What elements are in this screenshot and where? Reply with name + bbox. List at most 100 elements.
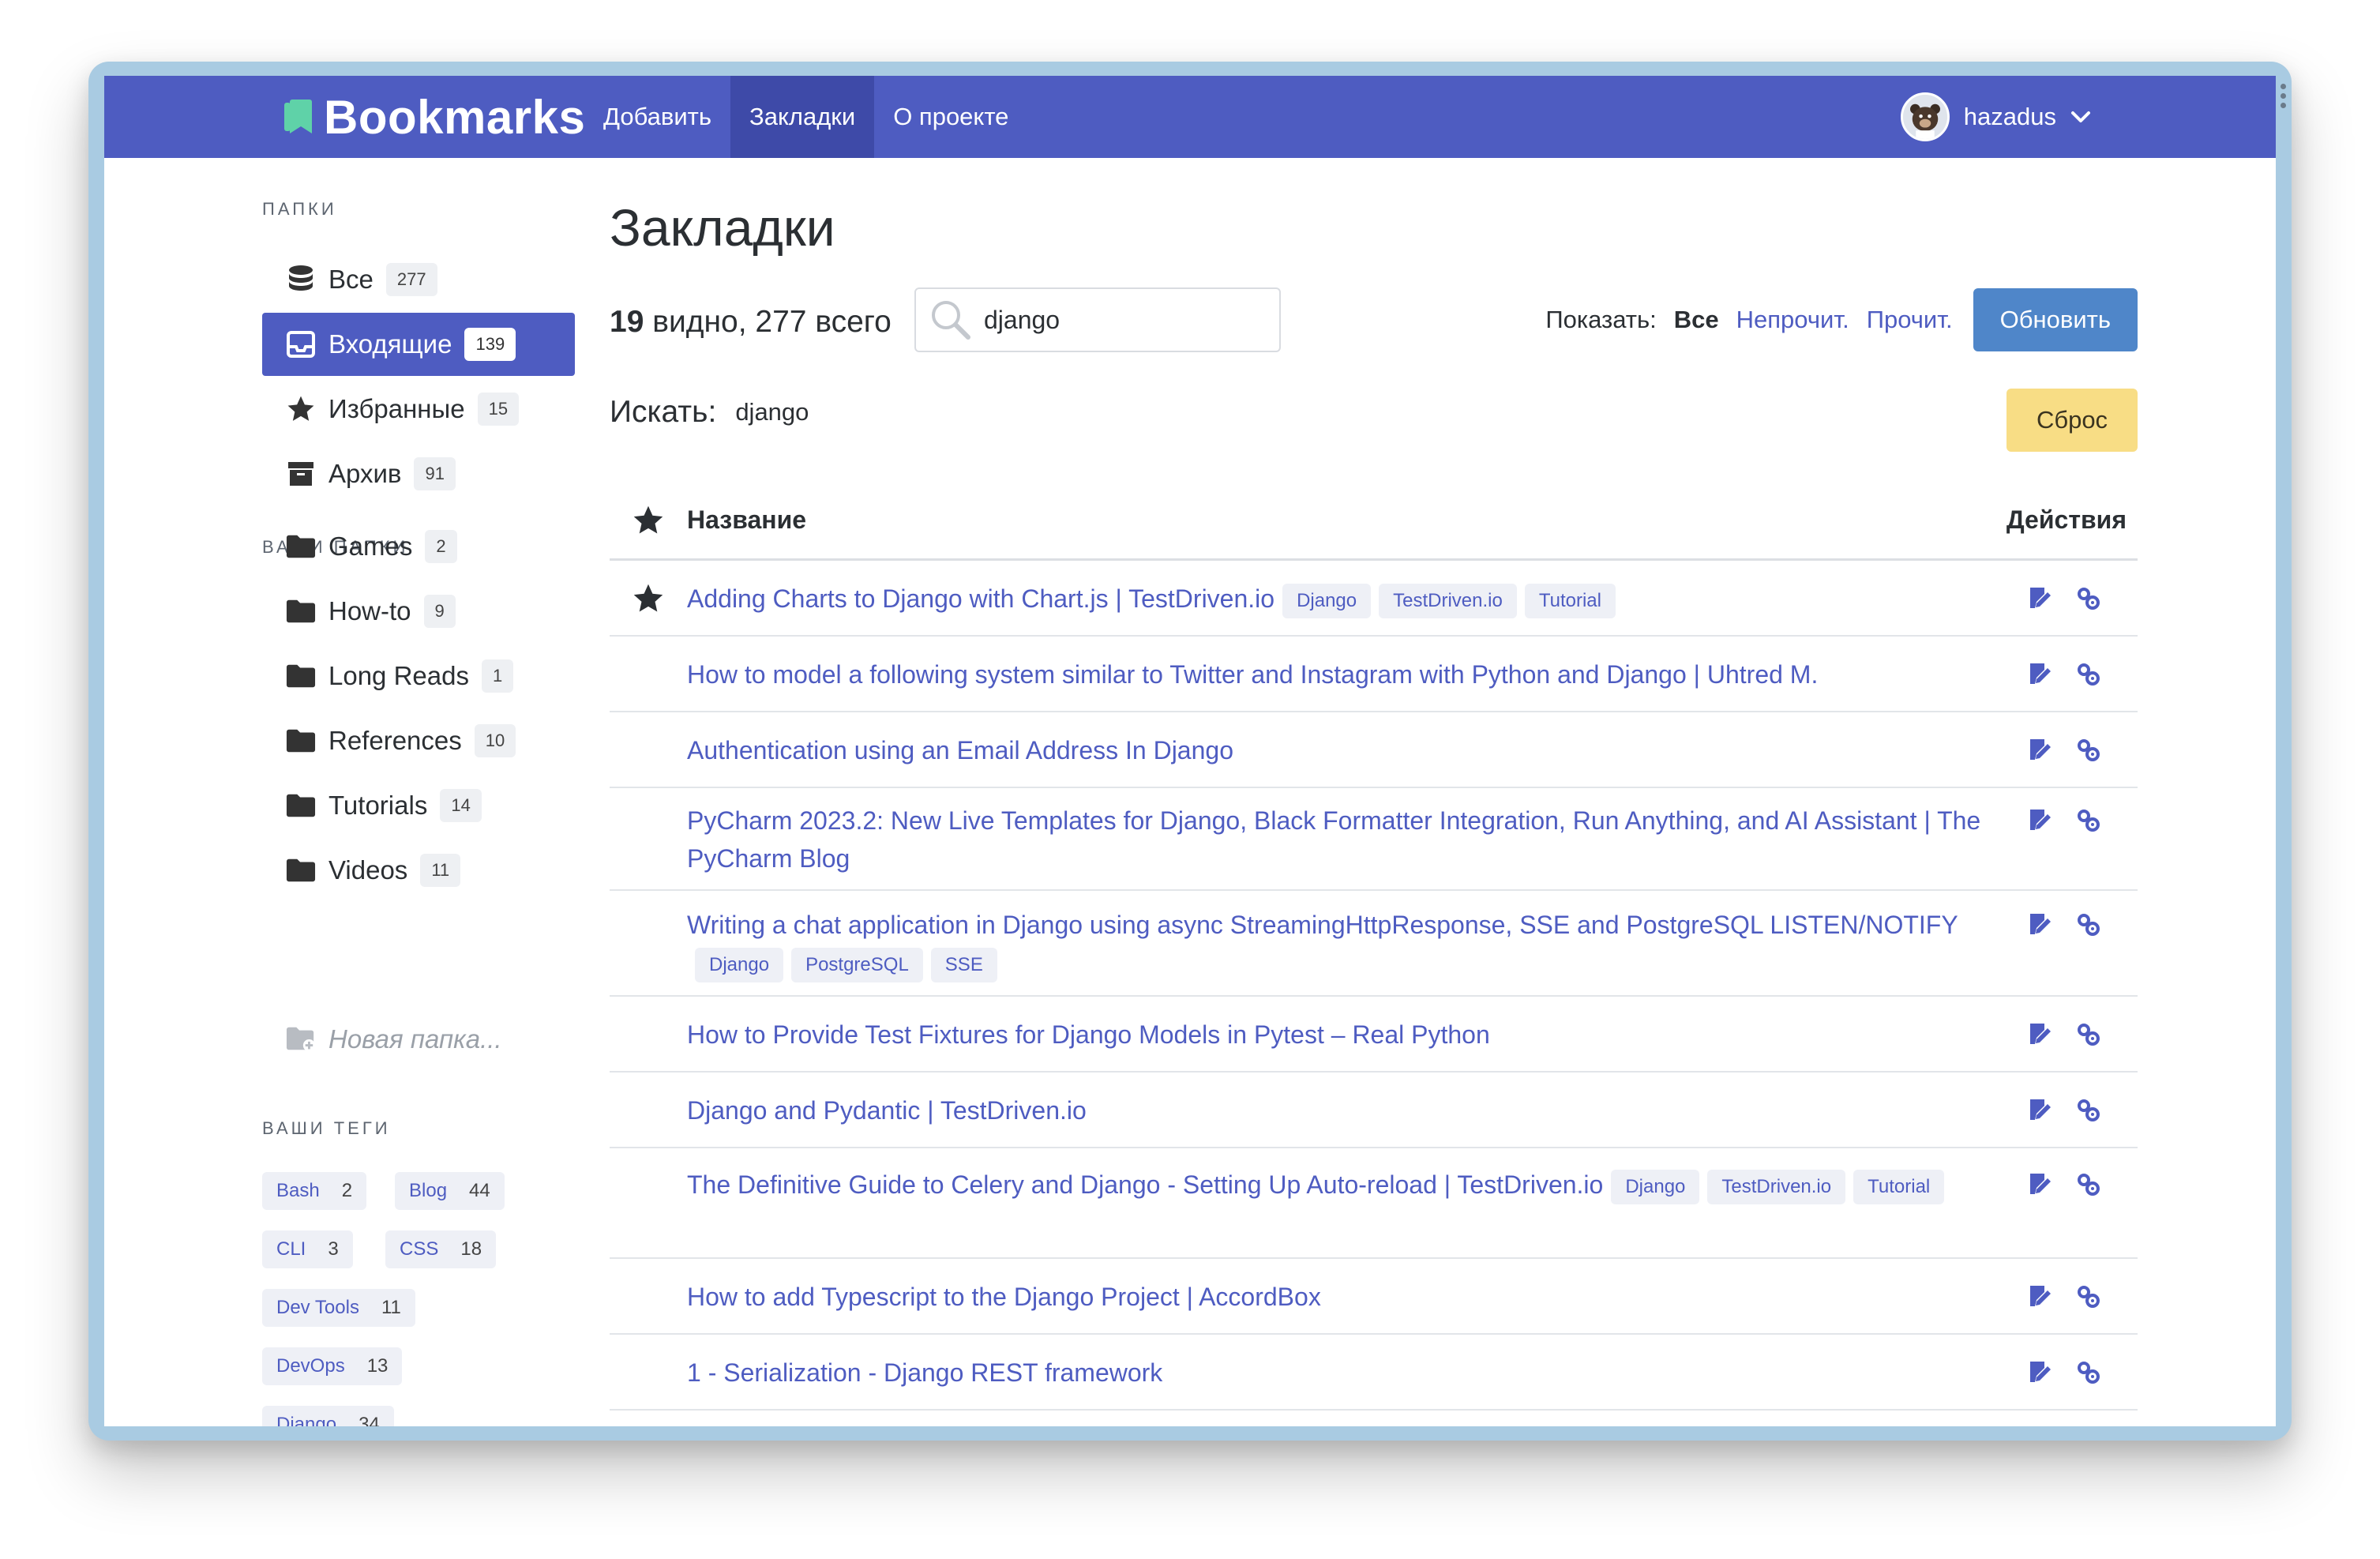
bookmark-tag[interactable]: TestDriven.io <box>1707 1169 1846 1204</box>
sidebar-item-archive[interactable]: Архив 91 <box>262 442 575 505</box>
edit-icon[interactable] <box>2027 662 2052 687</box>
reset-button[interactable]: Сброс <box>2006 389 2138 452</box>
edit-icon[interactable] <box>2027 586 2052 611</box>
bookmark-tag[interactable]: PostgreSQL <box>791 947 923 982</box>
row-actions <box>2027 1098 2101 1123</box>
bookmark-tag[interactable]: SSE <box>930 947 997 982</box>
settings-icon[interactable] <box>2076 912 2101 937</box>
tag-name: CLI <box>276 1238 306 1260</box>
edit-icon[interactable] <box>2027 738 2052 763</box>
chevron-down-icon <box>2071 111 2090 122</box>
bookmark-title-link[interactable]: Django and Pydantic | TestDriven.io <box>687 1096 1087 1125</box>
settings-icon[interactable] <box>2076 1360 2101 1385</box>
sidebar-item-favorites[interactable]: Избранные 15 <box>262 378 575 441</box>
folder-icon <box>286 661 316 691</box>
tag-chip[interactable]: Blog 44 <box>395 1172 505 1210</box>
nav-about[interactable]: О проекте <box>874 76 1027 158</box>
tag-chip[interactable]: Django 34 <box>262 1406 394 1426</box>
tag-chip[interactable]: Bash 2 <box>262 1172 367 1210</box>
app-frame: Bookmarks Добавить Закладки О проекте ha… <box>88 62 2292 1441</box>
edit-icon[interactable] <box>2027 808 2052 833</box>
star-header-icon[interactable] <box>610 505 687 536</box>
edit-icon[interactable] <box>2027 912 2052 937</box>
bookmark-title-link[interactable]: Writing a chat application in Django usi… <box>687 911 1958 939</box>
sidebar-folder[interactable]: References 10 <box>262 709 575 772</box>
sidebar-item-inbox[interactable]: Входящие 139 <box>262 313 575 376</box>
browser-window: Bookmarks Добавить Закладки О проекте ha… <box>104 76 2276 1426</box>
tag-chip[interactable]: CLI 3 <box>262 1230 353 1268</box>
bookmark-title-link[interactable]: 1 - Serialization - Django REST framewor… <box>687 1358 1162 1387</box>
settings-icon[interactable] <box>2076 1172 2101 1197</box>
tag-count: 3 <box>328 1238 339 1260</box>
row-content: How to add Typescript to the Django Proj… <box>687 1259 1982 1316</box>
page-title: Закладки <box>610 198 835 257</box>
folder-icon <box>286 855 316 885</box>
filter-unread[interactable]: Непрочит. <box>1736 306 1849 334</box>
sidebar-folder[interactable]: Games 2 <box>262 515 575 578</box>
bookmark-tag[interactable]: Django <box>1282 583 1372 618</box>
filter-read[interactable]: Прочит. <box>1867 306 1953 334</box>
brand[interactable]: Bookmarks <box>284 90 585 144</box>
bookmark-tag[interactable]: Tutorial <box>1853 1169 1945 1204</box>
row-content: Writing a chat application in Django usi… <box>687 891 1982 982</box>
bookmark-title-link[interactable]: Adding Charts to Django with Chart.js | … <box>687 584 1274 613</box>
settings-icon[interactable] <box>2076 1098 2101 1123</box>
bookmark-tag[interactable]: TestDriven.io <box>1379 583 1517 618</box>
brand-name: Bookmarks <box>324 90 586 144</box>
bookmark-title-link[interactable]: How to Provide Test Fixtures for Django … <box>687 1020 1490 1049</box>
row-content: 1 - Serialization - Django REST framewor… <box>687 1335 1982 1392</box>
edit-icon[interactable] <box>2027 1172 2052 1197</box>
sidebar-folder[interactable]: Tutorials 14 <box>262 774 575 837</box>
search-input[interactable]: django <box>914 287 1281 352</box>
bookmark-tag[interactable]: Django <box>1611 1169 1700 1204</box>
star-icon <box>286 394 316 424</box>
tag-name: Dev Tools <box>276 1297 359 1318</box>
col-title[interactable]: Название <box>687 505 806 535</box>
folder-icon <box>286 791 316 821</box>
bookmark-title-link[interactable]: Authentication using an Email Address In… <box>687 736 1233 764</box>
settings-icon[interactable] <box>2076 662 2101 687</box>
settings-icon[interactable] <box>2076 586 2101 611</box>
tag-chip[interactable]: CSS 18 <box>385 1230 497 1268</box>
sidebar-folder[interactable]: Long Reads 1 <box>262 644 575 708</box>
sidebar-item-label: Архив <box>328 459 402 488</box>
edit-icon[interactable] <box>2027 1022 2052 1047</box>
edit-icon[interactable] <box>2027 1098 2052 1123</box>
bookmark-title-link[interactable]: PyCharm 2023.2: New Live Templates for D… <box>687 806 1980 873</box>
count-badge: 9 <box>423 595 456 628</box>
tag-name: CSS <box>400 1238 439 1260</box>
bookmark-tag[interactable]: Django <box>695 947 784 982</box>
sidebar-item-label: Все <box>328 265 374 294</box>
folder-plus-icon <box>286 1024 316 1054</box>
user-menu[interactable]: hazadus <box>1900 90 2091 144</box>
new-folder-button[interactable]: Новая папка... <box>262 1008 575 1071</box>
count-badge: 2 <box>425 530 457 563</box>
bookmark-title-link[interactable]: How to add Typescript to the Django Proj… <box>687 1283 1321 1311</box>
window-grip-icon[interactable] <box>2281 84 2287 108</box>
settings-icon[interactable] <box>2076 738 2101 763</box>
nav-add[interactable]: Добавить <box>584 76 730 158</box>
settings-icon[interactable] <box>2076 808 2101 833</box>
filter-all[interactable]: Все <box>1674 306 1719 334</box>
row-actions <box>2027 808 2101 833</box>
sidebar-folder[interactable]: How-to 9 <box>262 580 575 643</box>
edit-icon[interactable] <box>2027 1284 2052 1309</box>
table-row: The Definitive Guide to Celery and Djang… <box>610 1148 2138 1259</box>
sidebar-item-all[interactable]: Все 277 <box>262 248 575 311</box>
tag-chip[interactable]: DevOps 13 <box>262 1347 403 1385</box>
sidebar-folder[interactable]: Videos 11 <box>262 839 575 902</box>
table-row: Adding Charts to Django with Chart.js | … <box>610 561 2138 637</box>
bookmark-title-link[interactable]: How to model a following system similar … <box>687 660 1818 689</box>
settings-icon[interactable] <box>2076 1284 2101 1309</box>
edit-icon[interactable] <box>2027 1360 2052 1385</box>
tag-chip[interactable]: Dev Tools 11 <box>262 1289 415 1327</box>
total-count: 277 <box>755 305 807 339</box>
bookmark-title-link[interactable]: The Definitive Guide to Celery and Djang… <box>687 1170 1603 1199</box>
sidebar-item-label: Входящие <box>328 329 452 359</box>
refresh-button[interactable]: Обновить <box>1973 288 2138 351</box>
count-badge: 11 <box>420 854 461 887</box>
settings-icon[interactable] <box>2076 1022 2101 1047</box>
star-icon[interactable] <box>610 583 687 614</box>
bookmark-tag[interactable]: Tutorial <box>1524 583 1616 618</box>
nav-bookmarks[interactable]: Закладки <box>730 76 875 158</box>
